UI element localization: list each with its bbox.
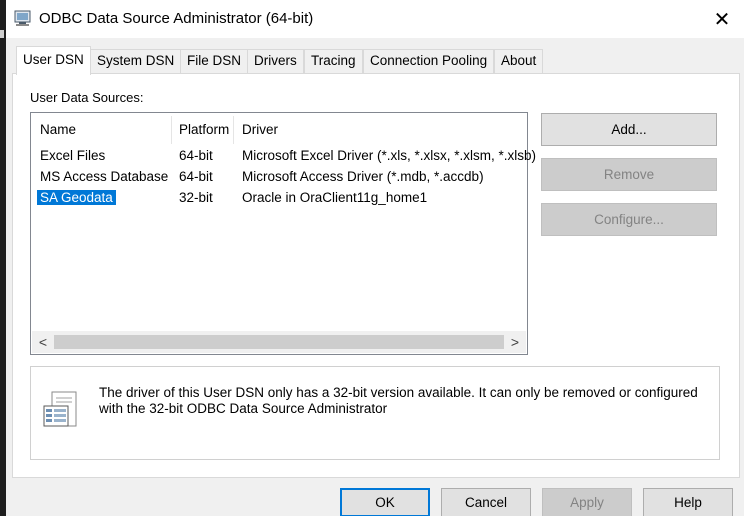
remove-button[interactable]: Remove — [541, 158, 717, 191]
window-title: ODBC Data Source Administrator (64-bit) — [39, 10, 314, 27]
tab-about[interactable]: About — [494, 49, 544, 73]
tab-drivers[interactable]: Drivers — [247, 49, 304, 73]
data-sources-list[interactable]: Name Platform Driver Excel Files 64-bit … — [30, 112, 536, 355]
odbc-app-icon — [14, 9, 32, 27]
horizontal-scrollbar[interactable]: < > — [32, 331, 526, 353]
scroll-right-icon[interactable]: > — [506, 333, 524, 351]
scroll-left-icon[interactable]: < — [34, 333, 52, 351]
info-box: The driver of this User DSN only has a 3… — [30, 366, 720, 460]
help-button[interactable]: Help — [643, 488, 733, 516]
background-window-mark — [0, 30, 4, 38]
row-platform: 32-bit — [179, 190, 213, 205]
tab-file-dsn[interactable]: File DSN — [180, 49, 249, 73]
add-button[interactable]: Add... — [541, 113, 717, 146]
column-header-driver[interactable]: Driver — [242, 122, 278, 137]
scrollbar-thumb[interactable] — [54, 335, 504, 349]
tab-system-dsn[interactable]: System DSN — [90, 49, 182, 73]
tab-connection-pooling[interactable]: Connection Pooling — [363, 49, 495, 73]
row-driver: Oracle in OraClient11g_home1 — [242, 190, 428, 205]
info-message: The driver of this User DSN only has a 3… — [99, 385, 698, 416]
tab-user-dsn[interactable]: User DSN — [16, 46, 91, 75]
close-icon[interactable]: ✕ — [700, 0, 744, 38]
cancel-button[interactable]: Cancel — [441, 488, 531, 516]
configure-button[interactable]: Configure... — [541, 203, 717, 236]
row-name-sa-geodata-selected[interactable]: SA Geodata — [37, 190, 116, 205]
tab-tracing[interactable]: Tracing — [304, 49, 363, 73]
row-platform: 64-bit — [179, 148, 213, 163]
row-driver: Microsoft Access Driver (*.mdb, *.accdb) — [242, 169, 484, 184]
row-name-ms-access[interactable]: MS Access Database — [40, 169, 168, 184]
ok-button[interactable]: OK — [340, 488, 430, 516]
document-info-icon — [41, 389, 81, 433]
row-name-excel-files[interactable]: Excel Files — [40, 148, 105, 163]
row-platform: 64-bit — [179, 169, 213, 184]
column-separator[interactable] — [171, 116, 172, 144]
user-data-sources-label: User Data Sources: — [30, 90, 144, 105]
apply-button[interactable]: Apply — [542, 488, 632, 516]
column-separator[interactable] — [233, 116, 234, 144]
column-header-platform[interactable]: Platform — [179, 122, 229, 137]
column-header-name[interactable]: Name — [40, 122, 76, 137]
row-driver: Microsoft Excel Driver (*.xls, *.xlsx, *… — [242, 148, 537, 163]
